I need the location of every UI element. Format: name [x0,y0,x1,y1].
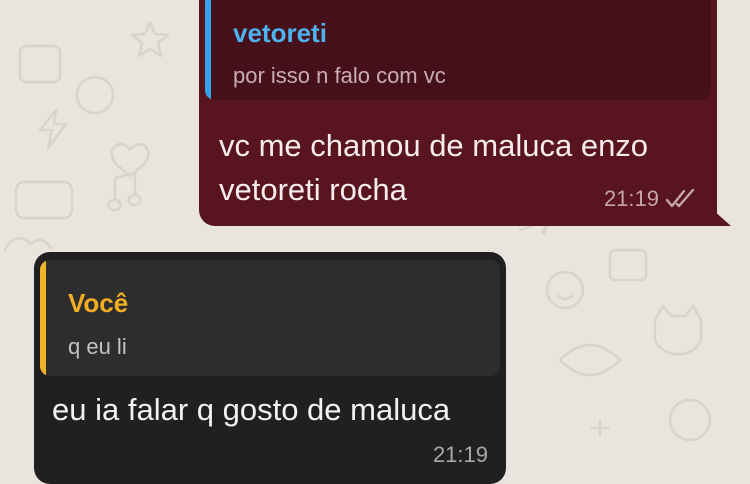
quoted-author: Você [68,288,129,318]
message-time: 21:19 [432,442,488,467]
outgoing-message-bubble[interactable]: vetoreti por isso n falo com vc vc me ch… [199,0,731,226]
message-meta: 21:19 [433,442,488,468]
quoted-reply[interactable]: Você q eu li [40,260,500,376]
quote-accent-bar [205,0,211,100]
doodle-music-icon [107,171,142,212]
quoted-text: q eu li [68,334,127,359]
doodle-cloud-icon [3,237,53,252]
doodle-sparkle-icon [590,418,610,438]
doodle-circle-icon [75,75,115,115]
quoted-author: vetoreti [233,18,327,48]
doodle-gift-icon [608,248,648,282]
doodle-heart-icon [110,143,150,178]
message-time: 21:19 [603,186,659,211]
incoming-message-bubble[interactable]: Você q eu li eu ia falar q gosto de malu… [34,252,506,484]
message-meta: 21:19 [604,186,699,212]
doodle-smiley-icon [545,270,585,310]
doodle-lightning-icon [38,108,68,150]
doodle-leaf-icon [558,343,622,377]
doodle-cat-icon [653,304,703,356]
quoted-reply[interactable]: vetoreti por isso n falo com vc [205,0,711,100]
doodle-card-icon [14,180,74,220]
doodle-star-icon [130,20,170,58]
quoted-text: por isso n falo com vc [233,63,446,88]
doodle-ball-icon [668,398,712,442]
message-text: eu ia falar q gosto de maluca [52,392,451,427]
double-check-icon [665,189,695,208]
quote-accent-bar [40,260,46,376]
doodle-box-icon [18,44,62,84]
